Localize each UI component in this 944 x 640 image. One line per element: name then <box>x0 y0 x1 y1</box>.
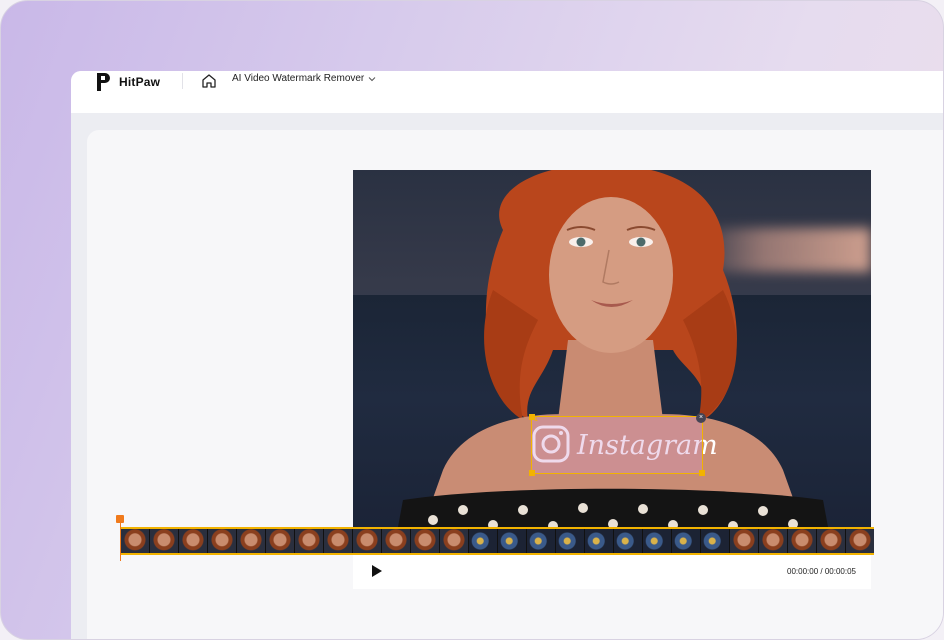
frame-thumbnail <box>817 529 846 553</box>
time-separator: / <box>820 567 823 576</box>
frame-thumbnail <box>324 529 353 553</box>
timeline-strip[interactable] <box>121 527 874 555</box>
frame-thumbnail <box>411 529 440 553</box>
frame-thumbnail <box>208 529 237 553</box>
tool-title-label: AI Video Watermark Remover <box>232 73 365 84</box>
frame-thumbnail <box>556 529 585 553</box>
resize-handle-bottom-right[interactable] <box>699 470 705 476</box>
video-preview[interactable]: Instagram 1 × <box>353 170 871 554</box>
brand-logo[interactable]: HitPaw <box>95 71 160 93</box>
frame-thumbnail <box>121 529 150 553</box>
frame-thumbnail <box>498 529 527 553</box>
frame-thumbnail <box>701 529 730 553</box>
frame-thumbnail <box>788 529 817 553</box>
playhead-handle[interactable] <box>116 515 124 523</box>
resize-handle-top-left[interactable] <box>529 414 535 420</box>
frame-thumbnail <box>382 529 411 553</box>
total-time: 00:00:05 <box>824 567 856 576</box>
home-icon[interactable] <box>201 73 217 89</box>
portrait-illustration: Instagram <box>393 170 833 554</box>
close-icon[interactable]: × <box>696 413 706 423</box>
player-controls: 00:00:00 / 00:00:05 <box>353 554 871 589</box>
watermark-selection-box[interactable]: 1 × <box>529 413 706 476</box>
frame-thumbnail <box>295 529 324 553</box>
tool-selector[interactable]: AI Video Watermark Remover <box>232 73 376 84</box>
top-bar: HitPaw AI Video Watermark Remover <box>71 71 943 113</box>
frame-thumbnails <box>121 529 874 553</box>
frame-thumbnail <box>614 529 643 553</box>
header-divider <box>182 73 183 89</box>
frame-thumbnail <box>469 529 498 553</box>
playhead[interactable] <box>120 521 121 561</box>
current-time: 00:00:00 <box>787 567 819 576</box>
frame-thumbnail <box>846 529 874 553</box>
frame-thumbnail <box>672 529 701 553</box>
brand-name: HitPaw <box>119 75 161 89</box>
frame-thumbnail <box>353 529 382 553</box>
time-display: 00:00:00 / 00:00:05 <box>787 567 856 576</box>
hitpaw-logo-icon <box>97 73 110 91</box>
frame-thumbnail <box>150 529 179 553</box>
frame-thumbnail <box>440 529 469 553</box>
play-icon[interactable] <box>371 564 383 578</box>
frame-thumbnail <box>266 529 295 553</box>
frame-thumbnail <box>759 529 788 553</box>
frame-thumbnail <box>179 529 208 553</box>
frame-thumbnail <box>643 529 672 553</box>
frame-thumbnail <box>585 529 614 553</box>
resize-handle-bottom-left[interactable] <box>529 470 535 476</box>
frame-thumbnail <box>237 529 266 553</box>
frame-thumbnail <box>527 529 556 553</box>
chevron-down-icon <box>368 76 376 81</box>
frame-thumbnail <box>730 529 759 553</box>
